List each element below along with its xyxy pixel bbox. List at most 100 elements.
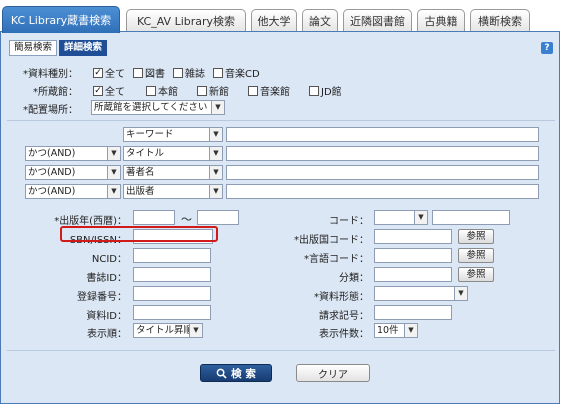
keyword-input[interactable] [226, 127, 539, 142]
search-panel: 簡易検索 詳細検索 ? *資料種別： ✓ 全て 図書 雑誌 音楽CD *所蔵館： … [0, 31, 560, 404]
tab-other-university[interactable]: 他大学 [251, 9, 297, 32]
checkbox-label: 図書 [145, 69, 165, 80]
subtab-bar: 簡易検索 詳細検索 [9, 40, 108, 56]
language-code-input[interactable] [374, 248, 452, 263]
material-type-magazines[interactable]: 雑誌 [173, 65, 205, 80]
holding-library-new[interactable]: 新館 [197, 83, 229, 98]
code-input[interactable] [432, 210, 510, 225]
pub-year-separator: 〜 [181, 213, 192, 226]
call-number-label: 請求記号： [319, 311, 369, 322]
sort-order-select[interactable]: タイトル昇順 ▼ [133, 323, 203, 338]
tab-nearby-libraries[interactable]: 近隣図書館 [343, 9, 412, 32]
language-code-label: *言語コード： [304, 254, 369, 265]
ncid-input[interactable] [133, 248, 211, 263]
tab-bar: KC Library蔵書検索 KC_AV Library検索 他大学 論文 近隣… [0, 6, 571, 33]
material-type-music-cd[interactable]: 音楽CD [213, 65, 260, 80]
title-field-select[interactable]: タイトル ▼ [123, 146, 223, 161]
help-icon[interactable]: ? [541, 42, 553, 54]
checkbox-icon [133, 67, 143, 78]
author-field-value: 著者名 [126, 167, 155, 178]
publisher-field-value: 出版者 [126, 186, 155, 197]
chevron-down-icon: ▼ [404, 324, 417, 337]
location-select[interactable]: 所蔵館を選択してください ▼ [91, 100, 225, 115]
divider [7, 120, 555, 121]
pub-year-from-input[interactable] [133, 210, 175, 225]
checkbox-icon [213, 67, 223, 78]
language-code-reference-button[interactable]: 参照 [458, 248, 494, 263]
operator-select-title[interactable]: かつ(AND) ▼ [25, 146, 121, 161]
checkbox-label: 音楽CD [225, 69, 260, 80]
divider [7, 350, 555, 351]
registration-number-label: 登録番号： [77, 292, 127, 303]
tab-papers[interactable]: 論文 [302, 9, 338, 32]
clear-button[interactable]: クリア [296, 364, 370, 382]
tab-classical-books[interactable]: 古典籍 [417, 9, 465, 32]
tab-kc-library[interactable]: KC Library蔵書検索 [2, 6, 120, 33]
chevron-down-icon: ▼ [189, 324, 202, 337]
registration-number-input[interactable] [133, 286, 211, 301]
display-count-label: 表示件数： [319, 329, 369, 340]
publisher-input[interactable] [226, 184, 539, 199]
checkbox-icon [248, 85, 258, 96]
holding-library-music[interactable]: 音楽館 [248, 83, 290, 98]
title-field-value: タイトル [126, 148, 165, 159]
clear-button-label: クリア [318, 369, 348, 381]
operator-value: かつ(AND) [28, 148, 76, 159]
pub-year-to-input[interactable] [197, 210, 239, 225]
display-count-select[interactable]: 10件 ▼ [374, 323, 418, 338]
search-icon [216, 368, 227, 379]
search-button[interactable]: 検 索 [200, 364, 272, 382]
material-type-books[interactable]: 図書 [133, 65, 165, 80]
display-count-value: 10件 [377, 325, 399, 336]
checkbox-icon [173, 67, 183, 78]
tab-kc-av-library[interactable]: KC_AV Library検索 [126, 9, 246, 32]
isbn-highlight-box [60, 226, 218, 242]
operator-select-author[interactable]: かつ(AND) ▼ [25, 165, 121, 180]
checkbox-icon [197, 85, 207, 96]
subtab-simple-search[interactable]: 簡易検索 [9, 40, 58, 56]
shoshi-id-input[interactable] [133, 267, 211, 282]
checkbox-label: 新館 [209, 87, 229, 98]
shoshi-id-label: 書誌ID： [86, 273, 127, 284]
chevron-down-icon: ▼ [209, 166, 222, 179]
author-field-select[interactable]: 著者名 ▼ [123, 165, 223, 180]
pub-country-input[interactable] [374, 229, 452, 244]
title-input[interactable] [226, 146, 539, 161]
material-type-all[interactable]: ✓ 全て [93, 65, 125, 80]
pub-country-reference-button[interactable]: 参照 [458, 229, 494, 244]
checkbox-label: 全て [105, 87, 125, 98]
classification-reference-button[interactable]: 参照 [458, 267, 494, 282]
keyword-field-value: キーワード [126, 129, 174, 140]
material-type-label: *資料種別： [23, 69, 78, 80]
material-form-label: *資料形態： [314, 292, 369, 303]
location-select-value: 所蔵館を選択してください [94, 102, 208, 113]
operator-value: かつ(AND) [28, 186, 76, 197]
location-label: *配置場所： [23, 105, 78, 116]
chevron-down-icon: ▼ [107, 185, 120, 198]
chevron-down-icon: ▼ [209, 128, 222, 141]
holding-library-all[interactable]: ✓ 全て [93, 83, 125, 98]
subtab-detailed-search[interactable]: 詳細検索 [59, 40, 108, 56]
operator-select-publisher[interactable]: かつ(AND) ▼ [25, 184, 121, 199]
checkbox-icon [309, 85, 319, 96]
material-id-input[interactable] [133, 305, 211, 320]
classification-input[interactable] [374, 267, 452, 282]
author-input[interactable] [226, 165, 539, 180]
classification-label: 分類： [339, 273, 369, 284]
tab-cross-search[interactable]: 横断検索 [470, 9, 530, 32]
chevron-down-icon: ▼ [209, 147, 222, 160]
sort-order-value: タイトル昇順 [136, 325, 194, 336]
chevron-down-icon: ▼ [209, 185, 222, 198]
code-type-select[interactable]: ▼ [374, 210, 428, 225]
checkbox-label: 雑誌 [185, 69, 205, 80]
checkbox-checked-icon: ✓ [93, 67, 103, 78]
checkbox-icon [146, 85, 156, 96]
call-number-input[interactable] [374, 305, 452, 320]
keyword-field-select[interactable]: キーワード ▼ [123, 127, 223, 142]
checkbox-label: JD館 [321, 87, 342, 98]
holding-library-jd[interactable]: JD館 [309, 83, 342, 98]
material-id-label: 資料ID： [86, 311, 127, 322]
publisher-field-select[interactable]: 出版者 ▼ [123, 184, 223, 199]
holding-library-main[interactable]: 本館 [146, 83, 178, 98]
material-form-select[interactable]: ▼ [374, 286, 468, 301]
